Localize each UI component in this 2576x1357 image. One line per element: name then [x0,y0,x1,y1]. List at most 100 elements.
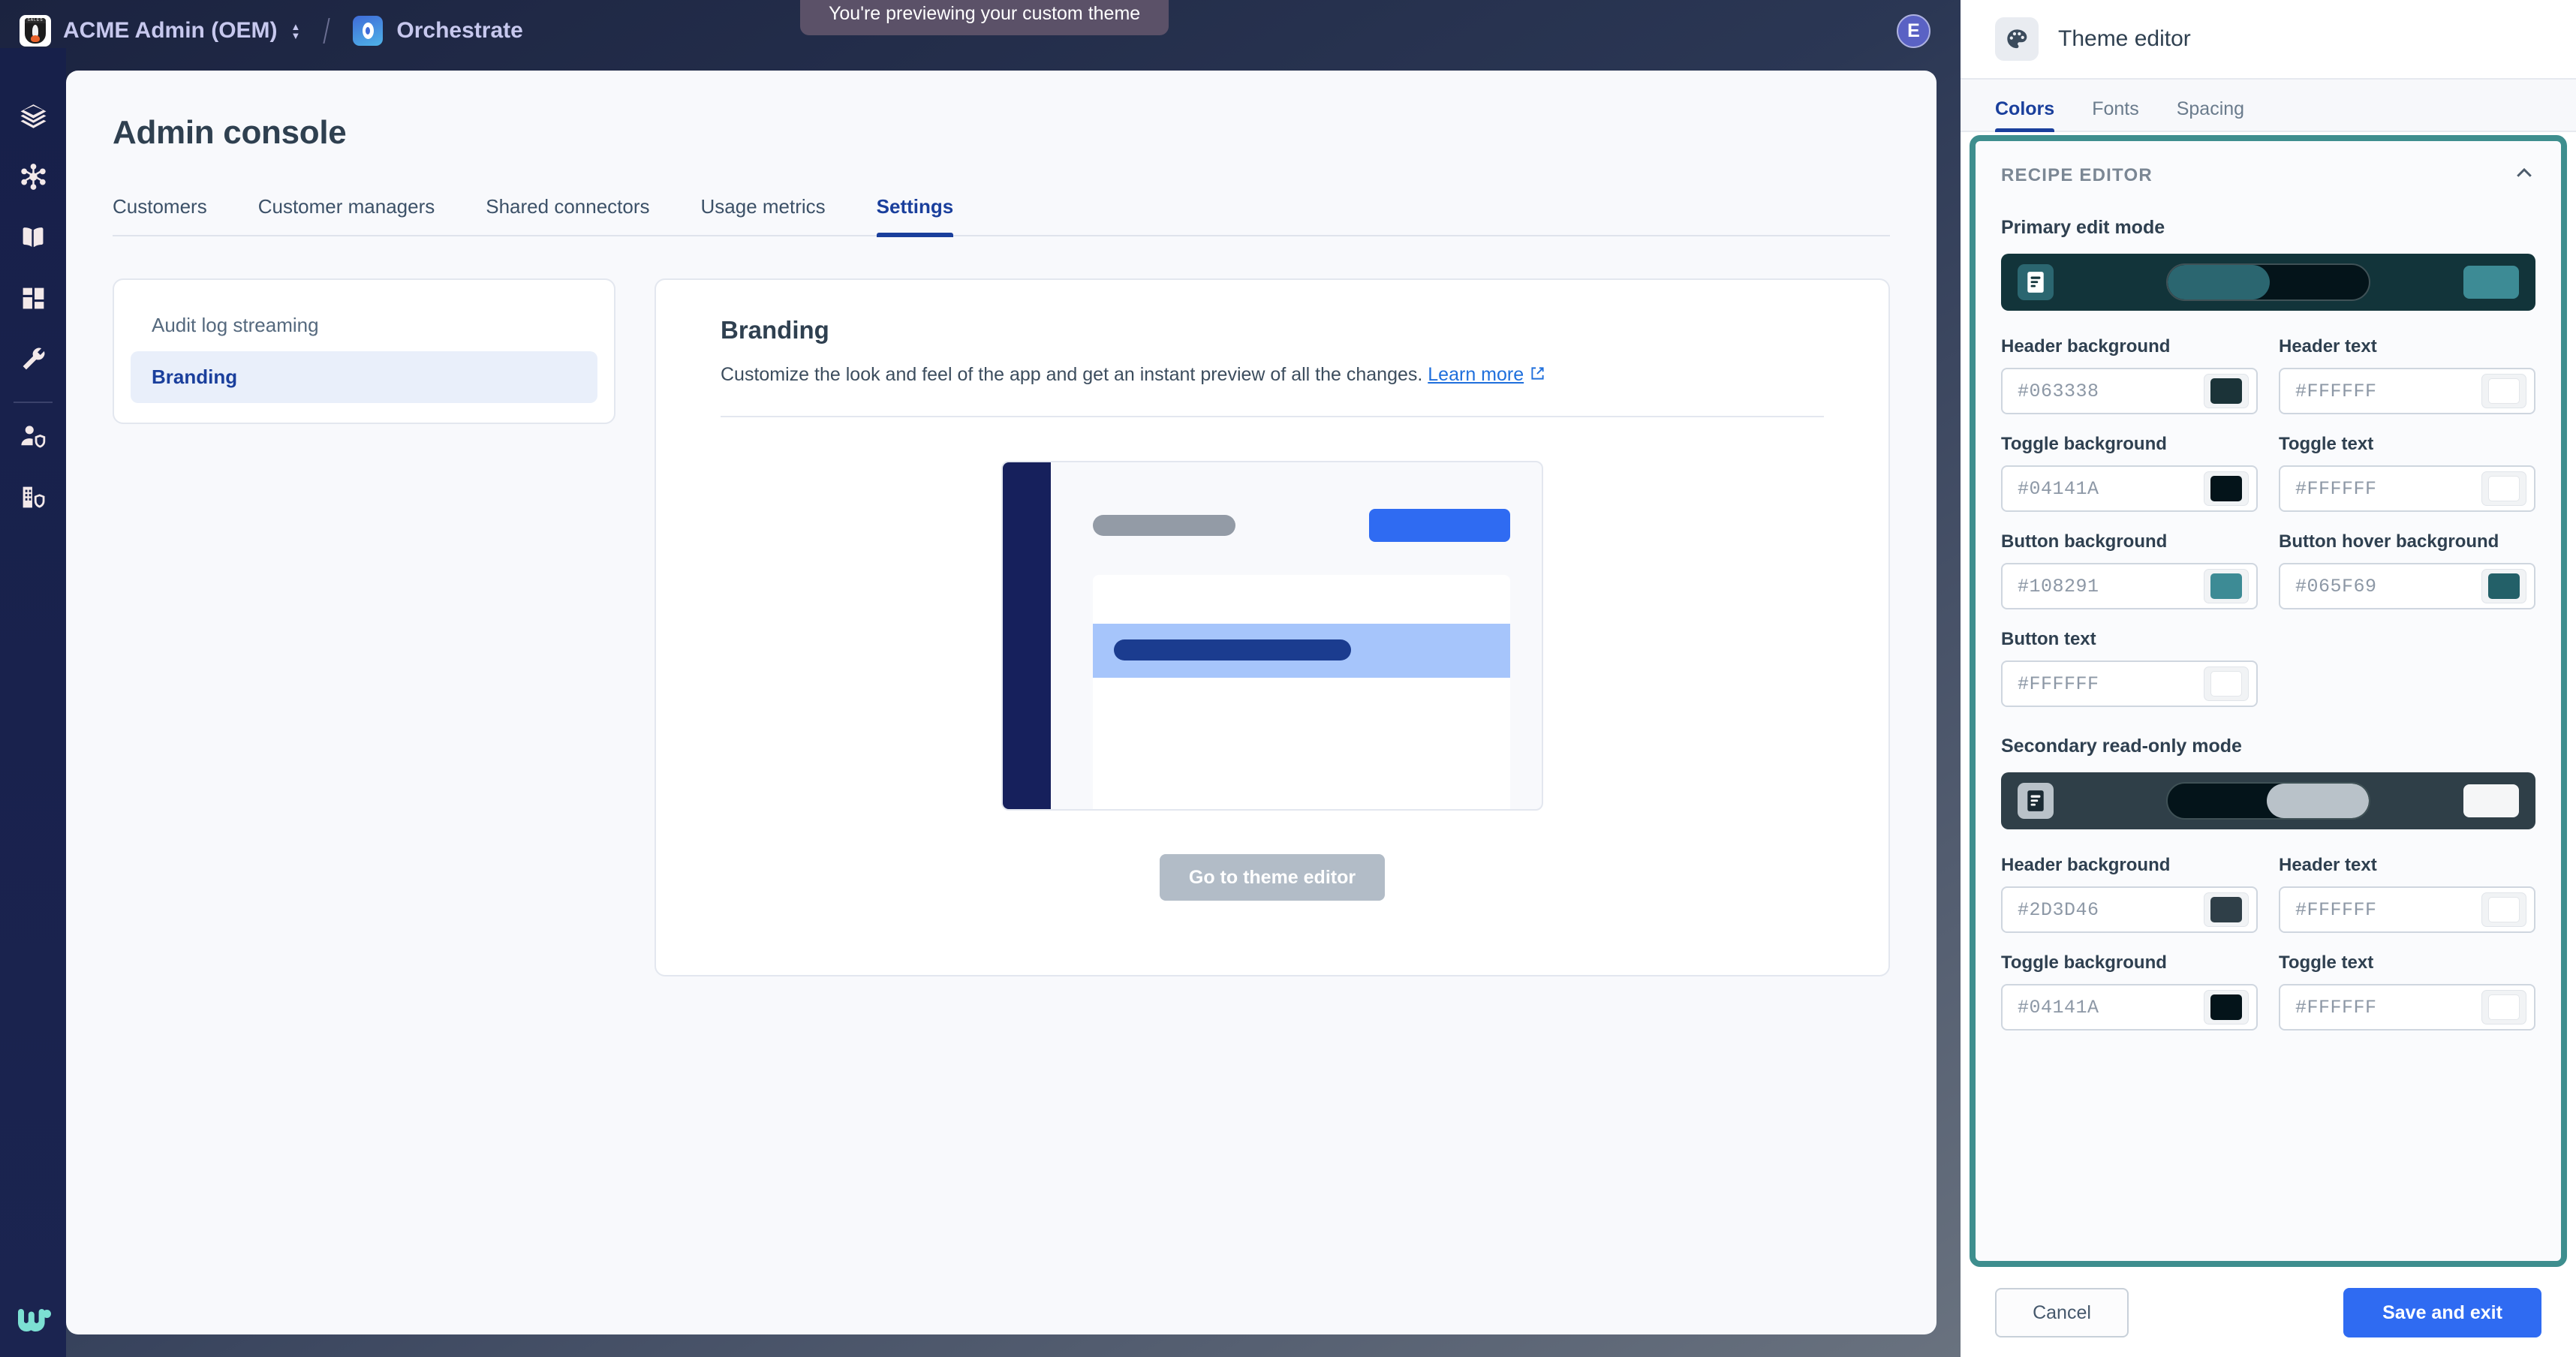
app-name: Orchestrate [396,18,522,44]
hub-network-icon [20,163,47,194]
avatar[interactable]: E [1897,14,1930,48]
document-icon [2018,783,2054,819]
main-content-card: Admin console Customers Customer manager… [66,71,1937,1334]
color-value: #065F69 [2295,576,2481,597]
wrench-icon [20,345,47,377]
color-swatch-button[interactable] [2204,990,2249,1025]
theme-editor-header: Theme editor [1961,0,2576,78]
go-to-theme-editor-button[interactable]: Go to theme editor [1160,854,1385,901]
color-input[interactable]: #063338 [2001,368,2258,414]
rail-item-connections[interactable] [0,148,66,209]
rail-item-tools[interactable] [0,330,66,391]
save-and-exit-button[interactable]: Save and exit [2343,1288,2541,1337]
color-swatch-button[interactable] [2481,569,2526,603]
learn-more-link[interactable]: Learn more [1428,364,1524,385]
color-input[interactable]: #FFFFFF [2279,368,2535,414]
rail-item-user-security[interactable] [0,408,66,468]
app-preview-shell: SALES ACME Admin (OEM) ▲▼ Orchestrate E … [0,0,1961,1357]
color-input[interactable]: #FFFFFF [2279,984,2535,1031]
color-input[interactable]: #FFFFFF [2279,465,2535,512]
field-label: Header background [2001,855,2258,876]
sidebar-item-audit-log-streaming[interactable]: Audit log streaming [131,299,597,351]
recipe-editor-header[interactable]: RECIPE EDITOR [2001,162,2535,188]
secondary-read-only-mode-title: Secondary read-only mode [2001,736,2535,757]
field-label: Header background [2001,336,2258,357]
color-swatch-button[interactable] [2204,471,2249,506]
theme-editor-panel: Theme editor Colors Fonts Spacing RECIPE… [1961,0,2576,1357]
secondary-color-fields: Header background #2D3D46 Header text #F… [2001,835,2535,1031]
rail-divider [14,402,53,403]
color-swatch-button[interactable] [2204,374,2249,408]
rail-item-library[interactable] [0,209,66,269]
secondary-mode-toggle[interactable] [2166,782,2370,820]
color-value: #108291 [2018,576,2204,597]
color-value: #FFFFFF [2295,478,2481,500]
color-swatch-button[interactable] [2481,990,2526,1025]
topbar-divider [324,18,330,44]
left-icon-rail [0,48,66,1357]
tab-customer-managers[interactable]: Customer managers [258,195,435,235]
recipe-editor-section: RECIPE EDITOR Primary edit mode Header b… [1970,135,2567,1267]
color-value: #FFFFFF [2018,673,2204,695]
rail-item-org-security[interactable] [0,468,66,529]
theme-preview-mockup [1001,461,1543,811]
field-spacer [2279,629,2535,707]
color-swatch-button[interactable] [2204,892,2249,927]
color-input[interactable]: #108291 [2001,563,2258,609]
page-tabs: Customers Customer managers Shared conne… [113,195,1890,236]
secondary-mode-preview-strip [2001,772,2535,829]
field-primary-toggle-background: Toggle background #04141A [2001,434,2258,512]
color-input[interactable]: #2D3D46 [2001,886,2258,933]
color-input[interactable]: #065F69 [2279,563,2535,609]
color-swatch-button[interactable] [2481,374,2526,408]
external-link-icon [1530,364,1545,378]
sidebar-item-branding[interactable]: Branding [131,351,597,403]
tenant-switcher[interactable]: SALES ACME Admin (OEM) ▲▼ [20,15,300,47]
mockup-row-text-placeholder [1114,639,1351,660]
color-swatch-button[interactable] [2481,471,2526,506]
chevron-updown-icon[interactable]: ▲▼ [291,23,301,39]
field-primary-button-text: Button text #FFFFFF [2001,629,2258,707]
color-input[interactable]: #FFFFFF [2279,886,2535,933]
branding-divider [721,416,1824,417]
chevron-up-icon[interactable] [2513,162,2535,188]
cancel-button[interactable]: Cancel [1995,1288,2129,1337]
color-swatch-button[interactable] [2481,892,2526,927]
field-secondary-toggle-text: Toggle text #FFFFFF [2279,952,2535,1031]
tab-colors[interactable]: Colors [1995,98,2054,131]
color-input[interactable]: #04141A [2001,465,2258,512]
primary-edit-mode-title: Primary edit mode [2001,217,2535,239]
color-swatch-button[interactable] [2204,569,2249,603]
primary-mode-toggle[interactable] [2166,263,2370,301]
brand-logo [0,1291,66,1357]
field-label: Header text [2279,855,2535,876]
mockup-primary-button [1369,509,1510,542]
tenant-name: ACME Admin (OEM) [63,18,278,44]
field-label: Header text [2279,336,2535,357]
app-chip[interactable]: Orchestrate [353,16,522,46]
field-label: Button text [2001,629,2258,650]
color-value: #FFFFFF [2295,381,2481,402]
branding-title: Branding [721,316,1824,345]
color-input[interactable]: #FFFFFF [2001,660,2258,707]
rail-item-dashboard[interactable] [0,269,66,330]
rail-item-layers[interactable] [0,87,66,148]
field-primary-button-hover-background: Button hover background #065F69 [2279,531,2535,609]
color-value: #04141A [2018,997,2204,1019]
color-swatch-button[interactable] [2204,666,2249,701]
color-value: #FFFFFF [2295,997,2481,1019]
tab-shared-connectors[interactable]: Shared connectors [486,195,649,235]
tab-usage-metrics[interactable]: Usage metrics [701,195,826,235]
field-label: Toggle text [2279,434,2535,455]
tab-fonts[interactable]: Fonts [2092,98,2139,131]
user-shield-icon [20,423,47,454]
settings-content: Audit log streaming Branding Branding Cu… [113,278,1890,976]
color-input[interactable]: #04141A [2001,984,2258,1031]
branding-description: Customize the look and feel of the app a… [721,364,1824,386]
tab-settings[interactable]: Settings [877,195,954,235]
tab-spacing[interactable]: Spacing [2177,98,2244,131]
tab-customers[interactable]: Customers [113,195,207,235]
document-icon [2018,264,2054,300]
mockup-selected-row [1093,624,1510,678]
tenant-logo-badge-text: SALES [25,18,46,23]
